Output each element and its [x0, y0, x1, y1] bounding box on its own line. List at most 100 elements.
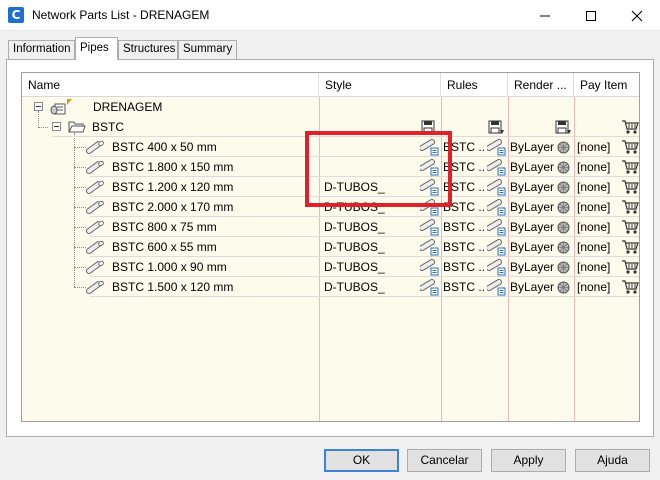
- pipe-rules-icon[interactable]: [487, 179, 507, 196]
- pipe-rules-icon[interactable]: [487, 159, 507, 176]
- render-material-value[interactable]: ByLayer: [510, 157, 556, 177]
- parts-list-grid[interactable]: Name Style Rules Render ... Pay Item DRE…: [21, 72, 640, 422]
- close-icon: [631, 10, 643, 22]
- pipe-rules-icon[interactable]: [487, 219, 507, 236]
- pipe-style-icon[interactable]: [420, 279, 440, 296]
- tab-summary[interactable]: Summary: [178, 40, 237, 59]
- pipe-rules-icon[interactable]: [487, 279, 507, 296]
- pay-item-value[interactable]: [none]: [577, 197, 617, 217]
- pay-item-value[interactable]: [none]: [577, 277, 617, 297]
- minimize-icon: [540, 15, 550, 17]
- part-name: BSTC 400 x 50 mm: [112, 140, 217, 154]
- maximize-button[interactable]: [568, 0, 614, 31]
- tree-connector: [74, 167, 86, 168]
- tree-connector: [74, 267, 86, 268]
- style-value[interactable]: D-TUBOS_: [324, 237, 416, 257]
- style-value[interactable]: D-TUBOS_: [324, 277, 416, 297]
- table-row[interactable]: BSTC 800 x 75 mm D-TUBOS_ BSTC ... ByLay…: [22, 217, 639, 237]
- pipe-style-icon[interactable]: [420, 259, 440, 276]
- minimize-button[interactable]: [522, 0, 568, 31]
- tree-connector: [74, 287, 86, 288]
- render-material-icon[interactable]: [557, 221, 570, 234]
- pipe-style-icon[interactable]: [420, 239, 440, 256]
- collapse-toggle[interactable]: [34, 102, 43, 111]
- tree-connector: [74, 247, 86, 248]
- render-material-icon[interactable]: [557, 161, 570, 174]
- tree-connector: [74, 227, 86, 228]
- render-material-icon[interactable]: [557, 241, 570, 254]
- rules-value[interactable]: BSTC ...: [443, 237, 485, 257]
- pay-item-value[interactable]: [none]: [577, 237, 617, 257]
- tab-pipes[interactable]: Pipes: [75, 37, 118, 60]
- render-material-icon[interactable]: [557, 201, 570, 214]
- pay-item-value[interactable]: [none]: [577, 137, 617, 157]
- save-to-column-icon[interactable]: [488, 120, 504, 135]
- render-material-icon[interactable]: [557, 261, 570, 274]
- tree-row-network[interactable]: DRENAGEM: [22, 97, 639, 117]
- pipe-rules-icon[interactable]: [487, 259, 507, 276]
- style-value[interactable]: D-TUBOS_: [324, 257, 416, 277]
- pay-item-value[interactable]: [none]: [577, 157, 617, 177]
- rules-value[interactable]: BSTC ...: [443, 257, 485, 277]
- column-header-rules[interactable]: Rules: [441, 73, 508, 97]
- column-header-style[interactable]: Style: [319, 73, 441, 97]
- render-material-icon[interactable]: [557, 181, 570, 194]
- render-material-value[interactable]: ByLayer: [510, 217, 556, 237]
- table-row[interactable]: BSTC 600 x 55 mm D-TUBOS_ BSTC ... ByLay…: [22, 237, 639, 257]
- title-bar: C Network Parts List - DRENAGEM: [0, 0, 660, 31]
- tree-connector: [74, 207, 86, 208]
- shopping-cart-icon[interactable]: [621, 259, 639, 275]
- tree-connector: [74, 147, 86, 148]
- shopping-cart-icon[interactable]: [621, 279, 639, 295]
- close-button[interactable]: [614, 0, 660, 31]
- table-row[interactable]: BSTC 1.500 x 120 mm D-TUBOS_ BSTC ... By…: [22, 277, 639, 297]
- render-material-value[interactable]: ByLayer: [510, 137, 556, 157]
- apply-button[interactable]: Apply: [491, 449, 566, 472]
- render-material-value[interactable]: ByLayer: [510, 197, 556, 217]
- render-material-value[interactable]: ByLayer: [510, 177, 556, 197]
- shopping-cart-icon[interactable]: [621, 239, 639, 255]
- part-name: BSTC 1.800 x 150 mm: [112, 160, 234, 174]
- ok-button[interactable]: OK: [324, 449, 399, 472]
- table-row[interactable]: BSTC 1.000 x 90 mm D-TUBOS_ BSTC ... ByL…: [22, 257, 639, 277]
- render-material-icon[interactable]: [557, 281, 570, 294]
- pipe-rules-icon[interactable]: [487, 139, 507, 156]
- tab-structures[interactable]: Structures: [118, 40, 178, 59]
- rules-value[interactable]: BSTC ...: [443, 217, 485, 237]
- tree-connector: [74, 187, 86, 188]
- shopping-cart-icon[interactable]: [621, 179, 639, 195]
- cancel-button[interactable]: Cancelar: [407, 449, 482, 472]
- network-name: DRENAGEM: [93, 100, 163, 114]
- render-material-value[interactable]: ByLayer: [510, 257, 556, 277]
- column-header-pay-item[interactable]: Pay Item: [574, 73, 639, 97]
- shopping-cart-icon[interactable]: [621, 219, 639, 235]
- open-folder-icon: [68, 121, 86, 133]
- render-material-icon[interactable]: [557, 141, 570, 154]
- style-value[interactable]: D-TUBOS_: [324, 217, 416, 237]
- render-material-value[interactable]: ByLayer: [510, 237, 556, 257]
- collapse-toggle[interactable]: [52, 122, 61, 131]
- help-button[interactable]: Ajuda: [575, 449, 650, 472]
- column-header-render[interactable]: Render ...: [508, 73, 574, 97]
- pipe-icon: [86, 241, 104, 254]
- pay-item-value[interactable]: [none]: [577, 177, 617, 197]
- part-name: BSTC 1.200 x 120 mm: [112, 180, 234, 194]
- shopping-cart-icon[interactable]: [621, 139, 639, 155]
- pay-item-value[interactable]: [none]: [577, 257, 617, 277]
- pipe-rules-icon[interactable]: [487, 199, 507, 216]
- pipe-icon: [86, 261, 104, 274]
- save-to-column-icon[interactable]: [555, 120, 571, 135]
- tab-information[interactable]: Information: [8, 40, 75, 59]
- column-header-name[interactable]: Name: [22, 73, 319, 97]
- rules-value[interactable]: BSTC ...: [443, 277, 485, 297]
- shopping-cart-icon[interactable]: [621, 159, 639, 175]
- pipe-rules-icon[interactable]: [487, 239, 507, 256]
- pipe-style-icon[interactable]: [420, 219, 440, 236]
- pipe-icon: [86, 201, 104, 214]
- part-name: BSTC 2.000 x 170 mm: [112, 200, 234, 214]
- part-name: BSTC 1.500 x 120 mm: [112, 280, 234, 294]
- shopping-cart-icon[interactable]: [621, 119, 639, 135]
- shopping-cart-icon[interactable]: [621, 199, 639, 215]
- render-material-value[interactable]: ByLayer: [510, 277, 556, 297]
- pay-item-value[interactable]: [none]: [577, 217, 617, 237]
